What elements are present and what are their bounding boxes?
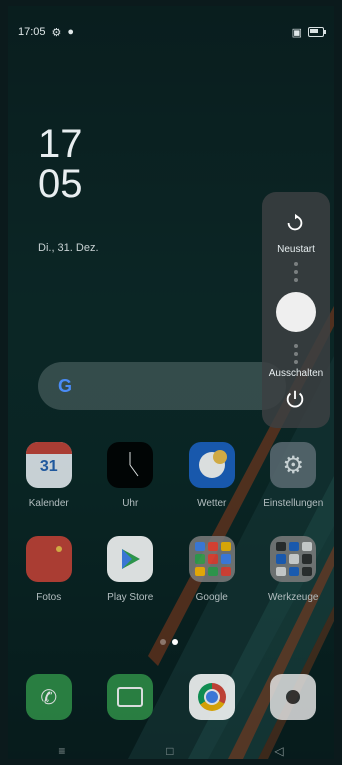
phone-icon: ✆ <box>25 674 72 720</box>
app-label: Google <box>195 592 228 603</box>
app-label: Einstellungen <box>263 498 324 509</box>
page-indicator <box>160 639 178 645</box>
clock-minute: 05 <box>38 162 83 206</box>
dock: ✆ <box>8 674 334 720</box>
battery-icon <box>308 27 326 37</box>
dock-messages[interactable] <box>107 674 154 720</box>
clock-icon <box>107 442 154 488</box>
power-off-label[interactable]: Ausschalten <box>262 368 330 379</box>
google-search-bar[interactable]: G <box>38 362 286 410</box>
menu-nav-icon[interactable]: ≡ <box>58 744 65 758</box>
app-einstellungen[interactable]: ⚙ Einstellungen <box>256 442 330 509</box>
slider-track-top <box>294 262 298 282</box>
date-text: Di., 31. Dez. <box>38 242 99 254</box>
restart-label[interactable]: Neustart <box>262 244 330 255</box>
calendar-icon: 31 <box>25 442 72 488</box>
status-time: 17:05 <box>18 26 46 38</box>
navigation-bar: ≡ □ ◁ <box>8 744 334 758</box>
app-label: Fotos <box>36 592 62 603</box>
page-dot-active[interactable] <box>172 639 178 645</box>
home-nav-icon[interactable]: □ <box>166 744 173 758</box>
lockscreen-clock: 17 05 <box>38 124 83 204</box>
play-store-icon <box>107 536 154 582</box>
calendar-day: 31 <box>39 458 58 475</box>
messages-icon <box>107 674 154 720</box>
tools-folder-icon <box>270 536 317 582</box>
back-nav-icon[interactable]: ◁ <box>274 744 283 758</box>
app-row-2: Fotos Play Store Google Werkzeuge <box>8 536 334 603</box>
app-label: Werkzeuge <box>268 592 319 603</box>
location-icon: ● <box>67 26 75 38</box>
weather-icon <box>188 442 235 488</box>
settings-icon: ⚙ <box>270 442 317 488</box>
status-bar: 17:05 ⚙ ● ▣ <box>18 24 326 40</box>
google-folder-icon <box>188 536 235 582</box>
slider-track-bottom <box>294 344 298 364</box>
dock-camera[interactable] <box>270 674 317 720</box>
app-label: Play Store <box>107 592 154 603</box>
app-fotos[interactable]: Fotos <box>12 536 86 603</box>
app-werkzeuge-folder[interactable]: Werkzeuge <box>256 536 330 603</box>
page-dot[interactable] <box>160 639 166 645</box>
restart-icon[interactable] <box>284 212 306 234</box>
app-play-store[interactable]: Play Store <box>93 536 167 603</box>
app-google-folder[interactable]: Google <box>175 536 249 603</box>
power-slider-knob[interactable] <box>276 292 316 332</box>
app-label: Uhr <box>122 498 139 509</box>
camera-icon <box>270 674 317 720</box>
app-uhr[interactable]: Uhr <box>93 442 167 509</box>
photos-icon <box>25 536 72 582</box>
dock-phone[interactable]: ✆ <box>25 674 72 720</box>
chrome-icon <box>188 674 235 720</box>
power-icon[interactable] <box>284 388 306 410</box>
dock-chrome[interactable] <box>188 674 235 720</box>
google-logo-icon: G <box>57 375 72 396</box>
clock-hour: 17 <box>38 122 83 166</box>
gear-icon: ⚙ <box>51 26 62 39</box>
app-label: Wetter <box>197 498 227 509</box>
screen-record-icon: ▣ <box>291 26 302 39</box>
app-kalender[interactable]: 31 Kalender <box>12 442 86 509</box>
power-menu: Neustart Ausschalten <box>262 192 330 428</box>
app-label: Kalender <box>28 498 69 509</box>
app-wetter[interactable]: Wetter <box>175 442 249 509</box>
phone-screen: 17:05 ⚙ ● ▣ 17 05 Di., 31. Dez. G 31 Kal… <box>8 6 334 759</box>
app-row-1: 31 Kalender Uhr Wetter ⚙ Einstellungen <box>8 442 334 509</box>
